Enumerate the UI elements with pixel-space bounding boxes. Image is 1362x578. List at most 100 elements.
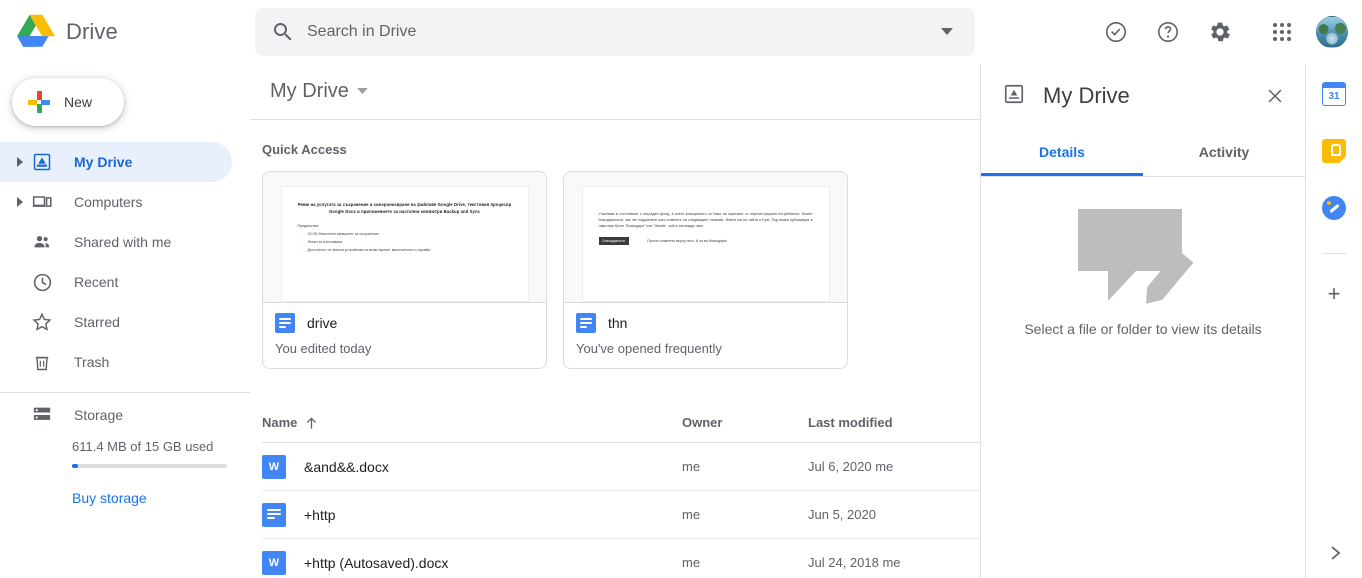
- quick-access-card[interactable]: Ревю на услугата за съхранение и синхрон…: [262, 171, 547, 369]
- arrow-up-icon: [307, 416, 317, 429]
- column-label: Name: [262, 415, 298, 430]
- file-name: &and&&.docx: [304, 458, 389, 475]
- file-name: +http: [304, 506, 336, 523]
- thumbnail-page: Участвам в състезание с награден фонд, в…: [581, 186, 830, 302]
- storage-icon: [30, 406, 54, 424]
- sidebar-item-starred[interactable]: Starred: [0, 302, 232, 342]
- support-icon[interactable]: [1096, 12, 1136, 52]
- sidebar-item-trash[interactable]: Trash: [0, 342, 232, 382]
- card-meta: thn You've opened frequently: [564, 302, 847, 368]
- google-docs-icon: [576, 313, 596, 333]
- calendar-day-number: 31: [1328, 91, 1340, 102]
- new-button-label: New: [64, 94, 93, 110]
- card-name-row: drive: [275, 313, 534, 333]
- details-panel: My Drive Details Activity Select a file …: [980, 64, 1305, 578]
- sidebar-item-label: Computers: [74, 194, 143, 210]
- search-icon: [274, 23, 292, 41]
- storage-progress-bar: [72, 464, 227, 468]
- card-meta: drive You edited today: [263, 302, 546, 368]
- sidebar-item-label: My Drive: [74, 154, 133, 170]
- chevron-down-icon: [357, 88, 368, 95]
- thumb-subheading: Предимства:: [297, 224, 319, 228]
- sidebar-item-label: Trash: [74, 354, 110, 370]
- column-header-owner[interactable]: Owner: [682, 415, 808, 430]
- expand-caret-icon[interactable]: [10, 197, 30, 207]
- search-input[interactable]: [307, 23, 927, 41]
- trash-icon: [30, 352, 54, 372]
- card-file-name: drive: [307, 315, 338, 331]
- chevron-right-icon[interactable]: [1322, 540, 1348, 566]
- side-apps-rail: 31 +: [1305, 64, 1362, 578]
- sidebar-item-my-drive[interactable]: My Drive: [0, 142, 232, 182]
- google-calendar-icon[interactable]: 31: [1322, 82, 1346, 106]
- new-button[interactable]: New: [12, 78, 124, 126]
- tab-details[interactable]: Details: [981, 128, 1143, 176]
- google-docs-icon: [275, 313, 295, 333]
- file-name-cell: +http: [262, 502, 682, 527]
- google-apps-icon[interactable]: [1262, 12, 1302, 52]
- google-drive-logo-icon: [17, 14, 55, 47]
- sidebar-item-recent[interactable]: Recent: [0, 262, 232, 302]
- chevron-down-icon: [941, 28, 953, 35]
- google-drive-app: Drive Search in Drive New My Drive Compu…: [0, 0, 1362, 578]
- top-bar-actions: [1090, 0, 1348, 64]
- file-name-cell: W +http (Autosaved).docx: [262, 550, 682, 575]
- top-bar: Drive: [0, 0, 1362, 64]
- sidebar-item-label: Shared with me: [74, 234, 172, 250]
- tab-activity[interactable]: Activity: [1143, 128, 1305, 176]
- left-sidebar: New My Drive Computers Shared with me Re…: [0, 64, 250, 578]
- thumb-note: Просто кликнете върху него. И аз ви благ…: [647, 239, 727, 243]
- google-docs-icon: [262, 502, 286, 527]
- sidebar-item-computers[interactable]: Computers: [0, 182, 232, 222]
- thumb-bullet: 15 GB безплатен капацитет за съхранение: [298, 231, 512, 236]
- brand-area[interactable]: Drive: [0, 14, 255, 50]
- help-icon[interactable]: [1148, 12, 1188, 52]
- thumb-bullet: Лесен за използване: [298, 239, 512, 244]
- word-file-icon: W: [262, 550, 286, 575]
- comment-pencil-illustration-icon: [1078, 209, 1208, 301]
- shared-with-me-icon: [30, 232, 54, 252]
- thumb-paragraph: Участвам в състезание с награден фонд, в…: [598, 212, 813, 228]
- google-keep-icon[interactable]: [1322, 139, 1346, 163]
- details-empty-text: Select a file or folder to view its deta…: [1024, 321, 1262, 337]
- file-owner: me: [682, 507, 701, 522]
- sidebar-item-shared-with-me[interactable]: Shared with me: [0, 222, 232, 262]
- rail-divider: [1322, 253, 1346, 254]
- thumb-button: Благодарности: [598, 237, 629, 245]
- computers-icon: [30, 192, 54, 212]
- sidebar-nav: My Drive Computers Shared with me Recent…: [0, 142, 250, 382]
- file-name: +http (Autosaved).docx: [304, 554, 449, 571]
- sidebar-item-label: Recent: [74, 274, 119, 290]
- thumb-bullet: Достъпност от всички устройства по всяко…: [298, 247, 512, 252]
- close-icon[interactable]: [1257, 78, 1293, 114]
- storage-label: Storage: [74, 407, 124, 423]
- google-tasks-icon[interactable]: [1322, 196, 1346, 220]
- breadcrumb[interactable]: My Drive: [262, 76, 376, 107]
- file-owner: me: [682, 459, 701, 474]
- card-reason: You've opened frequently: [576, 341, 722, 356]
- card-name-row: thn: [576, 313, 835, 333]
- quick-access-card[interactable]: Участвам в състезание с награден фонд, в…: [563, 171, 848, 369]
- plus-icon: [28, 91, 50, 113]
- account-avatar[interactable]: [1316, 16, 1348, 48]
- settings-gear-icon[interactable]: [1200, 12, 1240, 52]
- add-app-button[interactable]: +: [1322, 282, 1346, 306]
- details-panel-title: My Drive: [1043, 83, 1130, 108]
- card-thumbnail: Участвам в състезание с награден фонд, в…: [564, 172, 847, 302]
- card-reason: You edited today: [275, 341, 372, 356]
- details-panel-header: My Drive: [981, 64, 1305, 128]
- storage-progress-fill: [72, 464, 78, 468]
- file-owner: me: [682, 555, 701, 570]
- card-file-name: thn: [608, 315, 628, 331]
- expand-caret-icon[interactable]: [10, 157, 30, 167]
- storage-usage-text: 611.4 MB of 15 GB used: [72, 439, 214, 454]
- brand-title: Drive: [66, 19, 118, 44]
- search-bar[interactable]: [255, 8, 975, 56]
- column-header-name[interactable]: Name: [262, 415, 682, 430]
- card-thumbnail: Ревю на услугата за съхранение и синхрон…: [263, 172, 546, 302]
- clock-icon: [30, 272, 54, 293]
- sidebar-item-storage[interactable]: Storage: [0, 393, 250, 437]
- details-empty-state: Select a file or folder to view its deta…: [981, 177, 1305, 337]
- buy-storage-link[interactable]: Buy storage: [0, 490, 250, 506]
- search-options-button[interactable]: [927, 12, 967, 52]
